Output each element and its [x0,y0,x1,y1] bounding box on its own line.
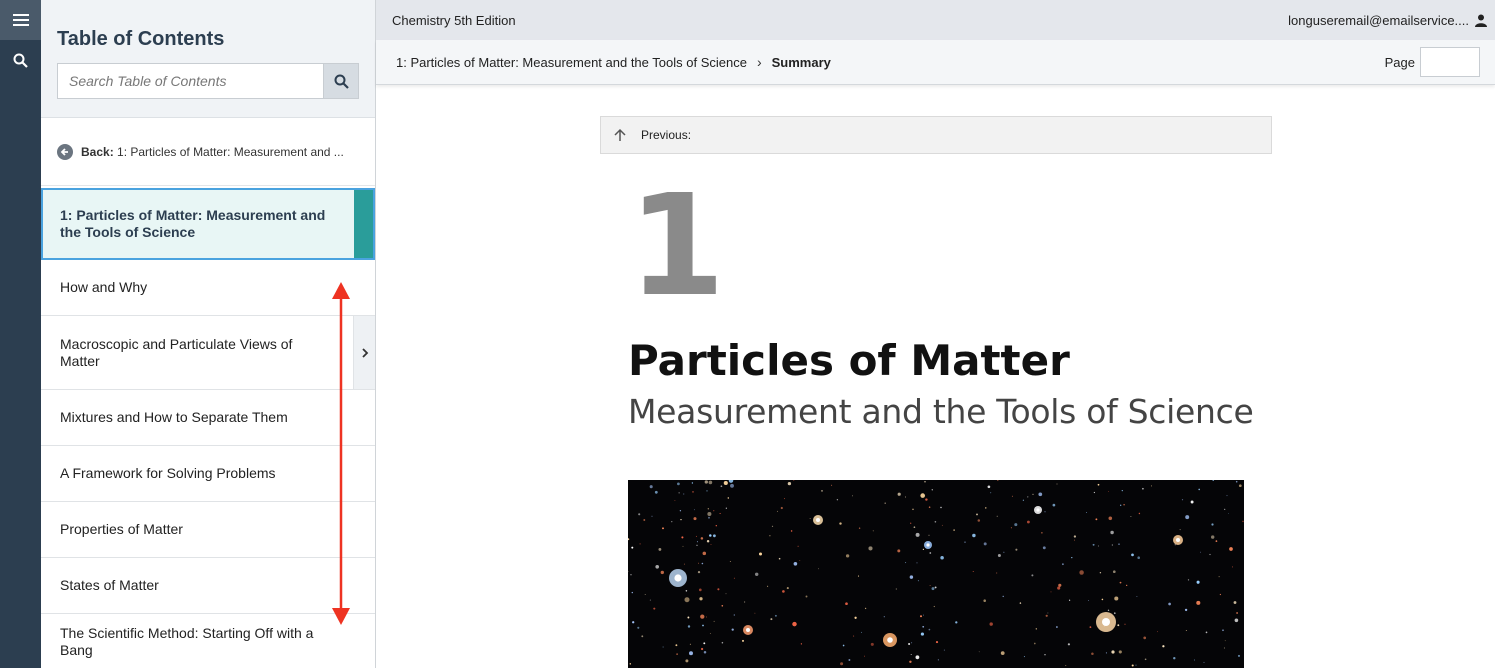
toc-search-button[interactable] [323,63,359,99]
page-jump: Page [1385,47,1480,77]
toc-item-label: How and Why [60,279,148,295]
search-icon [13,53,28,68]
arrow-up-icon [614,128,626,141]
toc-item-scientific-method[interactable]: The Scientific Method: Starting Off with… [41,614,375,668]
toc-header: Table of Contents [41,0,375,118]
breadcrumb-parent[interactable]: 1: Particles of Matter: Measurement and … [396,55,747,70]
chapter-title: Particles of Matter [628,336,1070,385]
toc-item-macroscopic-views[interactable]: Macroscopic and Particulate Views of Mat… [41,316,375,390]
toc-item-states[interactable]: States of Matter [41,558,375,614]
toc-list: How and Why Macroscopic and Particulate … [41,260,375,668]
expand-button[interactable] [353,316,375,389]
previous-button[interactable]: Previous: [600,116,1272,154]
chapter-subtitle: Measurement and the Tools of Science [628,392,1254,431]
previous-label: Previous: [641,128,692,142]
user-email: longuseremail@emailservice.... [1288,12,1469,28]
hamburger-menu-button[interactable] [0,0,41,40]
page-label: Page [1384,54,1415,70]
toc-title: Table of Contents [57,28,225,50]
toc-item-properties[interactable]: Properties of Matter [41,502,375,558]
back-arrow-icon [57,143,73,160]
toc-item-how-and-why[interactable]: How and Why [41,260,375,316]
breadcrumb-current: Summary [771,54,831,70]
toc-item-label: Mixtures and How to Separate Them [60,409,288,425]
rail-search-button[interactable] [0,40,41,80]
back-link-text: Back: 1: Particles of Matter: Measuremen… [81,145,344,159]
user-menu[interactable]: longuseremail@emailservice.... [1288,0,1487,40]
breadcrumb: 1: Particles of Matter: Measurement and … [376,40,1495,85]
back-target: 1: Particles of Matter: Measurement and … [117,144,344,159]
user-icon [1475,14,1487,27]
chapter-number: 1 [628,165,725,328]
book-title[interactable]: Chemistry 5th Edition [392,13,516,28]
top-bar: Chemistry 5th Edition longuseremail@emai… [376,0,1495,40]
toc-active-item[interactable]: 1: Particles of Matter: Measurement and … [41,188,375,260]
left-rail [0,0,41,668]
toc-search [57,63,359,99]
hamburger-menu-icon [12,14,29,26]
back-link[interactable]: Back: 1: Particles of Matter: Measuremen… [41,118,375,186]
toc-item-mixtures[interactable]: Mixtures and How to Separate Them [41,390,375,446]
toc-item-label: The Scientific Method: Starting Off with… [60,624,314,658]
toc-sidebar: Table of Contents Back: 1: Particles of … [41,0,376,668]
page-input[interactable] [1420,47,1480,77]
toc-item-framework[interactable]: A Framework for Solving Problems [41,446,375,502]
toc-active-label: 1: Particles of Matter: Measurement and … [60,207,326,240]
active-indicator [354,190,373,258]
hero-image-deep-field [628,480,1244,668]
chevron-right-icon: › [756,54,762,70]
search-icon [334,74,349,89]
toc-item-label: States of Matter [60,577,159,593]
back-prefix: Back: [81,144,114,159]
toc-item-label: Macroscopic and Particulate Views of Mat… [60,335,293,369]
toc-search-input[interactable] [57,63,323,99]
chevron-right-icon [361,347,368,358]
toc-item-label: Properties of Matter [60,521,183,537]
toc-item-label: A Framework for Solving Problems [60,465,276,481]
